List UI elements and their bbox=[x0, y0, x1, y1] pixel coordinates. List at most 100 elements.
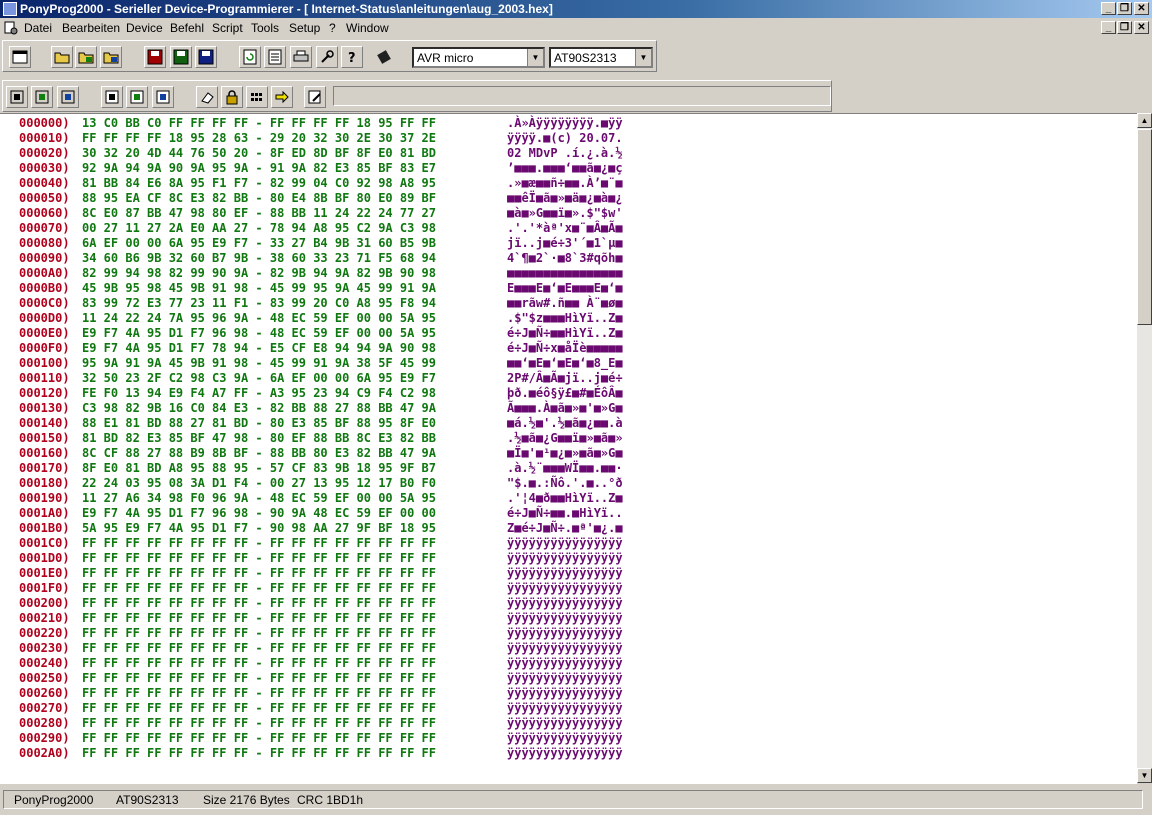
hex-bytes[interactable]: FF FF FF FF FF FF FF FF - FF FF FF FF FF… bbox=[82, 746, 436, 761]
restore-button[interactable]: ❐ bbox=[1117, 2, 1132, 15]
read-program-button[interactable] bbox=[31, 86, 53, 108]
menu-tools[interactable]: Tools bbox=[251, 21, 279, 35]
hex-ascii[interactable]: þð.■éô§ÿ£■#■ÉôÂ■ bbox=[507, 386, 623, 401]
hex-ascii[interactable]: ■à■»G■■ï■».$"$w' bbox=[507, 206, 623, 221]
hex-ascii[interactable]: ÿÿÿÿÿÿÿÿÿÿÿÿÿÿÿÿ bbox=[507, 641, 623, 656]
hex-bytes[interactable]: 34 60 B6 9B 32 60 B7 9B - 38 60 33 23 71… bbox=[82, 251, 436, 266]
hex-bytes[interactable]: 8C E0 87 BB 47 98 80 EF - 88 BB 11 24 22… bbox=[82, 206, 436, 221]
hex-ascii[interactable]: ÿÿÿÿÿÿÿÿÿÿÿÿÿÿÿÿ bbox=[507, 656, 623, 671]
help-button[interactable]: ? bbox=[341, 46, 363, 68]
hex-ascii[interactable]: ÿÿÿÿÿÿÿÿÿÿÿÿÿÿÿÿ bbox=[507, 611, 623, 626]
hex-ascii[interactable]: é÷J■Ñ÷■■.■HìYï.. bbox=[507, 506, 623, 521]
hex-view[interactable]: 000000) 13 C0 BB C0 FF FF FF FF - FF FF F… bbox=[0, 113, 1137, 784]
hex-bytes[interactable]: 5A 95 E9 F7 4A 95 D1 F7 - 90 98 AA 27 9F… bbox=[82, 521, 436, 536]
hex-bytes[interactable]: 8F E0 81 BD A8 95 88 95 - 57 CF 83 9B 18… bbox=[82, 461, 436, 476]
hex-ascii[interactable]: ■á.½■'.½■ã■¿■■.à bbox=[507, 416, 623, 431]
hex-bytes[interactable]: FF FF FF FF 18 95 28 63 - 29 20 32 30 2E… bbox=[82, 131, 436, 146]
program-button[interactable] bbox=[271, 86, 293, 108]
hex-bytes[interactable]: FF FF FF FF FF FF FF FF - FF FF FF FF FF… bbox=[82, 551, 436, 566]
hex-ascii[interactable]: ’■■■.■■■‘■■ã■¿■ç bbox=[507, 161, 623, 176]
hex-ascii[interactable]: ÿÿÿÿÿÿÿÿÿÿÿÿÿÿÿÿ bbox=[507, 566, 623, 581]
hex-ascii[interactable]: ÿÿÿÿÿÿÿÿÿÿÿÿÿÿÿÿ bbox=[507, 671, 623, 686]
hex-ascii[interactable]: .'.'*àª'x■¨■Â■Ã■ bbox=[507, 221, 623, 236]
hex-bytes[interactable]: 88 E1 81 BD 88 27 81 BD - 80 E3 85 BF 88… bbox=[82, 416, 436, 431]
hex-ascii[interactable]: ÿÿÿÿÿÿÿÿÿÿÿÿÿÿÿÿ bbox=[507, 701, 623, 716]
hex-bytes[interactable]: FF FF FF FF FF FF FF FF - FF FF FF FF FF… bbox=[82, 671, 436, 686]
hex-bytes[interactable]: FF FF FF FF FF FF FF FF - FF FF FF FF FF… bbox=[82, 596, 436, 611]
hex-bytes[interactable]: 30 32 20 4D 44 76 50 20 - 8F ED 8D BF 8F… bbox=[82, 146, 436, 161]
child-minimize-button[interactable]: _ bbox=[1101, 21, 1116, 34]
write-data-button[interactable] bbox=[152, 86, 174, 108]
info-button[interactable] bbox=[9, 46, 31, 68]
write-program-button[interactable] bbox=[126, 86, 148, 108]
script-edit-button[interactable] bbox=[304, 86, 326, 108]
hex-ascii[interactable]: ÿÿÿÿÿÿÿÿÿÿÿÿÿÿÿÿ bbox=[507, 581, 623, 596]
scroll-thumb[interactable] bbox=[1137, 129, 1152, 325]
hex-ascii[interactable]: 02 MDvP .í.¿.à.½ bbox=[507, 146, 623, 161]
menu-befehl[interactable]: Befehl bbox=[170, 21, 204, 35]
hex-ascii[interactable]: ■■êÏ■ã■»■ä■¿■à■¿ bbox=[507, 191, 623, 206]
hex-ascii[interactable]: ÿÿÿÿÿÿÿÿÿÿÿÿÿÿÿÿ bbox=[507, 731, 623, 746]
hex-bytes[interactable]: 81 BD 82 E3 85 BF 47 98 - 80 EF 88 BB 8C… bbox=[82, 431, 436, 446]
hex-ascii[interactable]: ■Ï■'■¹■¿■»■ã■»G■ bbox=[507, 446, 623, 461]
scroll-up-arrow-icon[interactable]: ▲ bbox=[1137, 113, 1152, 128]
vertical-scrollbar[interactable]: ▲ ▼ bbox=[1137, 113, 1152, 783]
hex-bytes[interactable]: 83 99 72 E3 77 23 11 F1 - 83 99 20 C0 A8… bbox=[82, 296, 436, 311]
hex-ascii[interactable]: ÿÿÿÿÿÿÿÿÿÿÿÿÿÿÿÿ bbox=[507, 626, 623, 641]
menu-device[interactable]: Device bbox=[126, 21, 163, 35]
hex-ascii[interactable]: .$"$z■■■HìYï..Z■ bbox=[507, 311, 623, 326]
hex-bytes[interactable]: FF FF FF FF FF FF FF FF - FF FF FF FF FF… bbox=[82, 731, 436, 746]
hex-bytes[interactable]: 88 95 EA CF 8C E3 82 BB - 80 E4 8B BF 80… bbox=[82, 191, 436, 206]
dropdown-arrow-icon[interactable]: ▼ bbox=[635, 49, 651, 66]
hex-bytes[interactable]: E9 F7 4A 95 D1 F7 96 98 - 48 EC 59 EF 00… bbox=[82, 326, 436, 341]
hex-ascii[interactable]: ■■‘■E■‘■E■‘■8_E■ bbox=[507, 356, 623, 371]
hex-ascii[interactable]: ÿÿÿÿÿÿÿÿÿÿÿÿÿÿÿÿ bbox=[507, 716, 623, 731]
security-button[interactable] bbox=[221, 86, 243, 108]
reload-button[interactable] bbox=[239, 46, 261, 68]
hex-ascii[interactable]: ÿÿÿÿÿÿÿÿÿÿÿÿÿÿÿÿ bbox=[507, 551, 623, 566]
hex-bytes[interactable]: FF FF FF FF FF FF FF FF - FF FF FF FF FF… bbox=[82, 641, 436, 656]
hex-bytes[interactable]: 8C CF 88 27 88 B9 8B BF - 88 BB 80 E3 82… bbox=[82, 446, 436, 461]
scroll-down-arrow-icon[interactable]: ▼ bbox=[1137, 768, 1152, 783]
minimize-button[interactable]: _ bbox=[1101, 2, 1116, 15]
menu-setup[interactable]: Setup bbox=[289, 21, 320, 35]
close-button[interactable]: ✕ bbox=[1134, 2, 1149, 15]
hex-bytes[interactable]: C3 98 82 9B 16 C0 84 E3 - 82 BB 88 27 88… bbox=[82, 401, 436, 416]
open-button[interactable] bbox=[51, 46, 73, 68]
hex-bytes[interactable]: 92 9A 94 9A 90 9A 95 9A - 91 9A 82 E3 85… bbox=[82, 161, 436, 176]
hex-ascii[interactable]: ■■■■■■■■■■■■■■■■ bbox=[507, 266, 623, 281]
hex-ascii[interactable]: .'¦4■ð■■HìYï..Z■ bbox=[507, 491, 623, 506]
hex-bytes[interactable]: FF FF FF FF FF FF FF FF - FF FF FF FF FF… bbox=[82, 716, 436, 731]
dropdown-arrow-icon[interactable]: ▼ bbox=[527, 49, 543, 66]
hex-bytes[interactable]: 45 9B 95 98 45 9B 91 98 - 45 99 95 9A 45… bbox=[82, 281, 436, 296]
edit-note-button[interactable] bbox=[264, 46, 286, 68]
hex-ascii[interactable]: "$.■.:Ñô.'.■..°ð bbox=[507, 476, 623, 491]
child-close-button[interactable]: ✕ bbox=[1134, 21, 1149, 34]
config-bits-button[interactable] bbox=[246, 86, 268, 108]
hex-bytes[interactable]: FF FF FF FF FF FF FF FF - FF FF FF FF FF… bbox=[82, 686, 436, 701]
hex-bytes[interactable]: 82 99 94 98 82 99 90 9A - 82 9B 94 9A 82… bbox=[82, 266, 436, 281]
menu-window[interactable]: Window bbox=[346, 21, 389, 35]
hex-bytes[interactable]: FF FF FF FF FF FF FF FF - FF FF FF FF FF… bbox=[82, 611, 436, 626]
hex-ascii[interactable]: ■■rãw#.ñ■■ À¨■ø■ bbox=[507, 296, 623, 311]
hex-ascii[interactable]: .À»Àÿÿÿÿÿÿÿÿ.■ÿÿ bbox=[507, 116, 623, 131]
save-data-button[interactable] bbox=[195, 46, 217, 68]
hex-bytes[interactable]: FF FF FF FF FF FF FF FF - FF FF FF FF FF… bbox=[82, 626, 436, 641]
hex-ascii[interactable]: E■■■E■‘■E■■■E■‘■ bbox=[507, 281, 623, 296]
document-gear-icon[interactable] bbox=[3, 20, 19, 36]
hex-bytes[interactable]: 6A EF 00 00 6A 95 E9 F7 - 33 27 B4 9B 31… bbox=[82, 236, 436, 251]
hex-bytes[interactable]: FF FF FF FF FF FF FF FF - FF FF FF FF FF… bbox=[82, 536, 436, 551]
hex-ascii[interactable]: ÿÿÿÿÿÿÿÿÿÿÿÿÿÿÿÿ bbox=[507, 536, 623, 551]
hex-bytes[interactable]: 95 9A 91 9A 45 9B 91 98 - 45 99 91 9A 38… bbox=[82, 356, 436, 371]
hex-ascii[interactable]: jï..j■é÷3'´■1`µ■ bbox=[507, 236, 623, 251]
open-data-button[interactable] bbox=[100, 46, 122, 68]
hex-bytes[interactable]: 11 27 A6 34 98 F0 96 9A - 48 EC 59 EF 00… bbox=[82, 491, 436, 506]
hex-bytes[interactable]: 32 50 23 2F C2 98 C3 9A - 6A EF 00 00 6A… bbox=[82, 371, 436, 386]
setup-button[interactable] bbox=[316, 46, 338, 68]
read-all-button[interactable] bbox=[6, 86, 28, 108]
menu-bearbeiten[interactable]: Bearbeiten bbox=[62, 21, 120, 35]
hex-ascii[interactable]: 4`¶■2`·■8`3#qõh■ bbox=[507, 251, 623, 266]
hex-ascii[interactable]: .½■ã■¿G■■ï■»■ã■» bbox=[507, 431, 623, 446]
hex-bytes[interactable]: 11 24 22 24 7A 95 96 9A - 48 EC 59 EF 00… bbox=[82, 311, 436, 326]
hex-ascii[interactable]: ÿÿÿÿ.■(c) 20.07. bbox=[507, 131, 623, 146]
